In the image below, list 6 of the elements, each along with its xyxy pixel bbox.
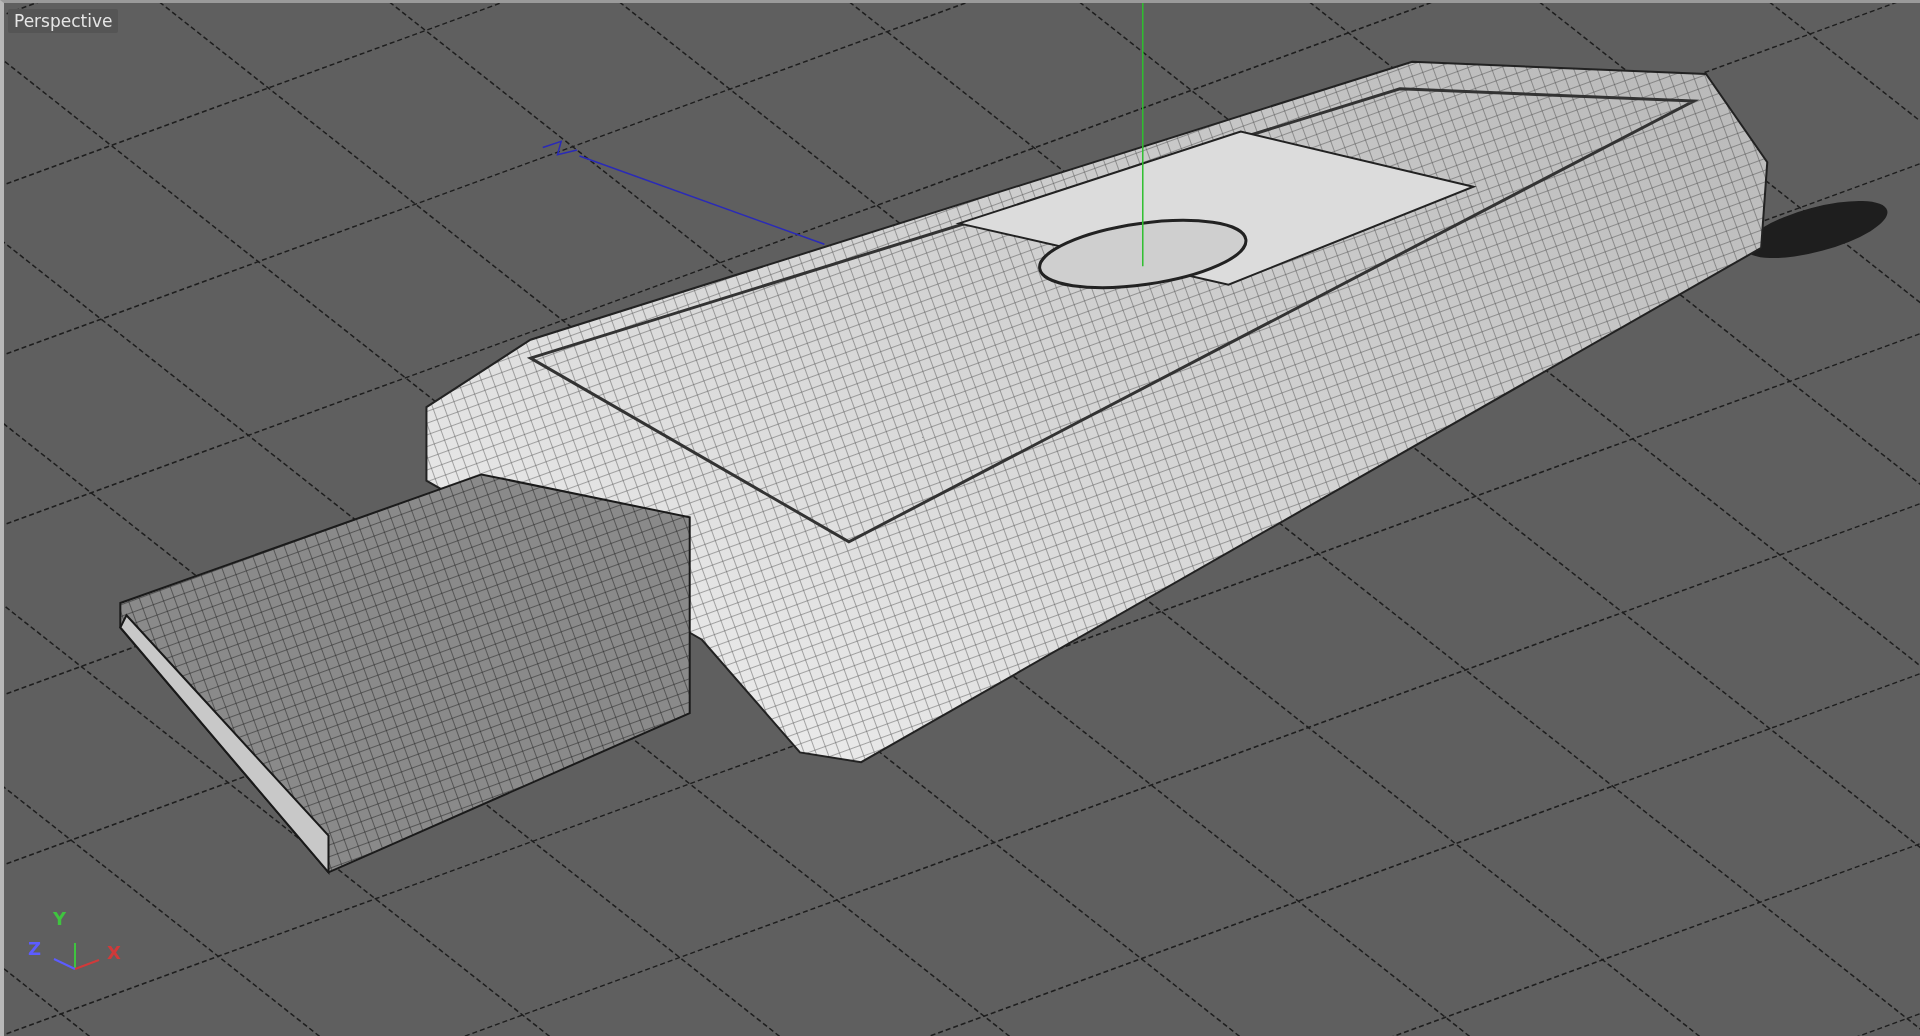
axis-label: Y xyxy=(53,909,67,929)
axis-label: Z xyxy=(28,939,42,959)
3d-viewport[interactable]: Perspective Y Z X xyxy=(0,0,1920,1036)
axis-gizmo-drawing xyxy=(53,942,100,970)
axis-label: X xyxy=(107,943,121,963)
viewport-label: Perspective xyxy=(8,9,119,33)
